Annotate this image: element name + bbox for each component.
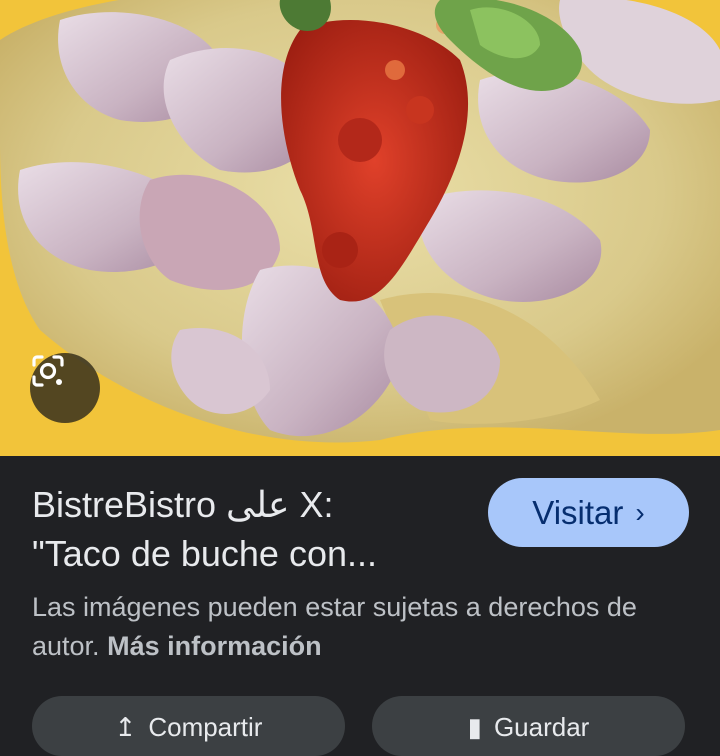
chevron-right-icon: › — [635, 496, 645, 528]
result-title-line2: "Taco de buche con... — [32, 533, 378, 574]
visit-button[interactable]: Visitar › — [488, 478, 689, 547]
visit-button-label: Visitar — [532, 493, 624, 531]
bookmark-icon: ▮ — [467, 712, 482, 742]
copyright-notice: Las imágenes pueden estar sujetas a dere… — [32, 588, 682, 666]
share-button[interactable]: ↥ Compartir — [32, 696, 345, 756]
taco-photo — [0, 0, 720, 456]
share-icon: ↥ — [114, 712, 137, 742]
share-button-label: Compartir — [148, 712, 263, 742]
lens-search-button[interactable] — [30, 353, 100, 423]
result-image[interactable] — [0, 0, 720, 456]
more-info-link[interactable]: Más información — [107, 631, 322, 661]
save-button[interactable]: ▮ Guardar — [372, 696, 685, 756]
result-details-panel: BistreBistro على X: "Taco de buche con..… — [0, 456, 720, 756]
camera-lens-icon — [32, 355, 64, 387]
result-title-line1: BistreBistro على X: — [32, 484, 334, 525]
result-title[interactable]: BistreBistro على X: "Taco de buche con..… — [32, 480, 472, 578]
save-button-label: Guardar — [493, 712, 590, 742]
